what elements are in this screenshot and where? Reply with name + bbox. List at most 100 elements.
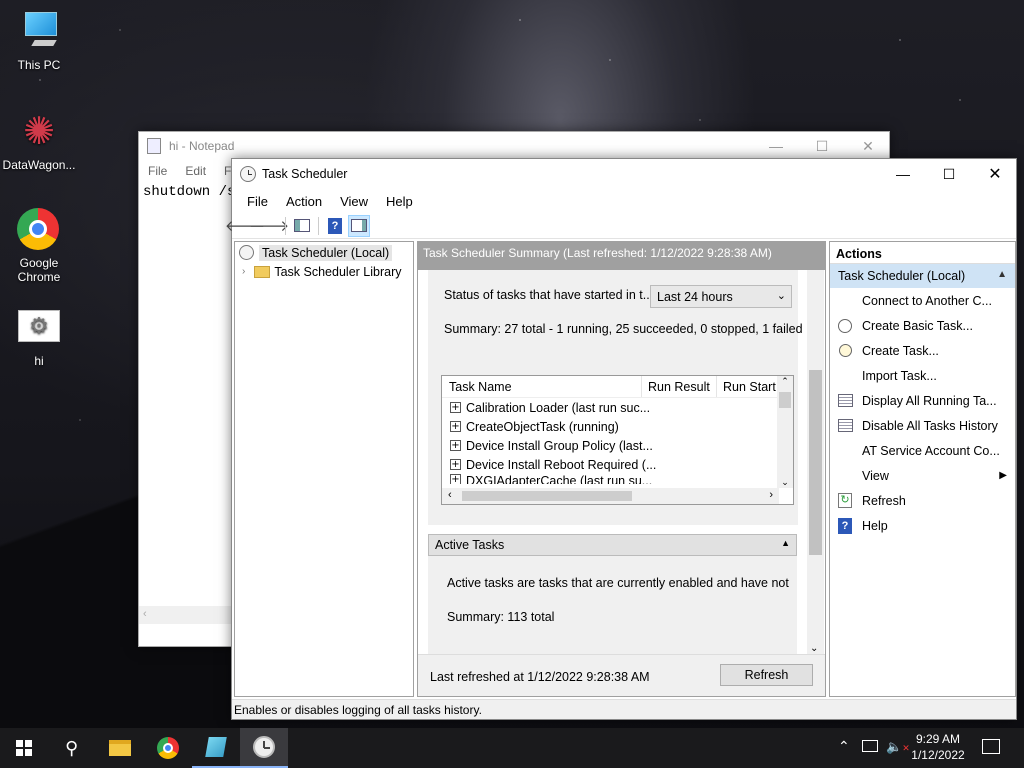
blank-icon xyxy=(836,443,854,459)
refresh-button[interactable]: Refresh xyxy=(720,664,813,686)
menu-help[interactable]: Help xyxy=(377,194,422,209)
ts-titlebar[interactable]: Task Scheduler — ☐ ✕ xyxy=(232,159,1016,189)
action-label: AT Service Account Co... xyxy=(862,443,1000,458)
action-label: Connect to Another C... xyxy=(862,293,992,308)
column-run-start[interactable]: Run Start xyxy=(717,376,777,397)
task-scheduler-window[interactable]: Task Scheduler — ☐ ✕ File Action View He… xyxy=(225,158,1017,720)
clock-icon xyxy=(253,736,275,758)
start-button[interactable] xyxy=(0,728,48,768)
chevron-right-icon[interactable]: › xyxy=(242,266,245,277)
action-refresh[interactable]: ↻ Refresh xyxy=(830,488,1015,513)
taskbar-notepad[interactable] xyxy=(192,728,240,768)
active-tasks-summary: Summary: 113 total xyxy=(447,610,555,624)
status-label: Status of tasks that have started in t..… xyxy=(444,288,654,302)
forward-arrow-icon[interactable]: 🡒 xyxy=(249,215,289,237)
notepad-hscrollbar[interactable]: ‹ xyxy=(139,606,231,624)
active-tasks-header[interactable]: Active Tasks ▲ xyxy=(428,534,797,556)
active-tasks-body: Active tasks are tasks that are currentl… xyxy=(428,556,797,654)
action-create-task[interactable]: Create Task... xyxy=(830,338,1015,363)
table-row[interactable]: + Device Install Reboot Required (... xyxy=(442,455,793,474)
tray-chevron-icon[interactable]: ⌃ xyxy=(838,738,850,755)
notepad-menu-edit[interactable]: Edit xyxy=(176,164,215,178)
task-table: Task Name Run Result Run Start + Calibrat… xyxy=(441,375,794,505)
action-at-service[interactable]: AT Service Account Co... xyxy=(830,438,1015,463)
minimize-button[interactable]: — xyxy=(753,132,799,160)
action-display-running[interactable]: Display All Running Ta... xyxy=(830,388,1015,413)
tree-item-root[interactable]: Task Scheduler (Local) xyxy=(235,243,413,262)
active-tasks-desc: Active tasks are tasks that are currentl… xyxy=(447,576,789,590)
taskbar-chrome[interactable] xyxy=(144,728,192,768)
notepad-icon xyxy=(205,737,227,757)
action-create-basic-task[interactable]: Create Basic Task... xyxy=(830,313,1015,338)
column-task-name[interactable]: Task Name xyxy=(442,376,642,397)
close-button[interactable]: ✕ xyxy=(972,160,1018,188)
minimize-button[interactable]: — xyxy=(880,160,926,188)
expand-icon[interactable]: + xyxy=(450,402,461,413)
action-import-task[interactable]: Import Task... xyxy=(830,363,1015,388)
search-button[interactable]: ⚲ xyxy=(48,728,96,768)
status-select-value: Last 24 hours xyxy=(657,290,733,304)
tree-item-library[interactable]: › Task Scheduler Library xyxy=(235,262,413,281)
help-icon[interactable]: ? xyxy=(324,215,346,237)
summary-vscrollbar[interactable]: ⌄ xyxy=(807,270,824,654)
collapse-icon[interactable]: ▲ xyxy=(781,538,790,548)
maximize-button[interactable]: ☐ xyxy=(799,132,845,160)
action-view[interactable]: View ▶ xyxy=(830,463,1015,488)
notepad-titlebar[interactable]: hi - Notepad — ☐ ✕ xyxy=(139,132,889,160)
table-row[interactable]: + CreateObjectTask (running) xyxy=(442,417,793,436)
tree-item-root-label: Task Scheduler (Local) xyxy=(259,244,393,261)
log-icon xyxy=(836,418,854,434)
status-select[interactable]: Last 24 hours ⌄ xyxy=(650,285,792,308)
table-hscrollbar[interactable]: ‹ › xyxy=(442,488,779,504)
notepad-menu-file[interactable]: File xyxy=(139,164,176,178)
taskbar-explorer[interactable] xyxy=(96,728,144,768)
maximize-button[interactable]: ☐ xyxy=(926,160,972,188)
action-disable-history[interactable]: Disable All Tasks History xyxy=(830,413,1015,438)
menu-action[interactable]: Action xyxy=(277,194,331,209)
network-icon[interactable] xyxy=(862,740,878,752)
show-hide-console-tree-icon[interactable] xyxy=(291,215,313,237)
blank-icon xyxy=(836,468,854,484)
actions-section-header[interactable]: Task Scheduler (Local) ▲ xyxy=(830,264,1015,288)
action-label: Import Task... xyxy=(862,368,937,383)
menu-view[interactable]: View xyxy=(331,194,377,209)
table-row[interactable]: + Calibration Loader (last run suc... xyxy=(442,398,793,417)
search-icon: ⚲ xyxy=(65,737,79,758)
clock[interactable]: 9:29 AM 1/12/2022 xyxy=(905,731,971,763)
desktop-icon-datawagon[interactable]: ✺ DataWagon... xyxy=(1,110,77,172)
table-header: Task Name Run Result Run Start xyxy=(442,376,793,398)
expand-icon[interactable]: + xyxy=(450,421,461,432)
table-vscrollbar[interactable]: ⌃ ⌄ xyxy=(777,376,793,488)
desktop-icon-label: This PC xyxy=(17,58,61,72)
desktop-icon-this-pc[interactable]: This PC xyxy=(1,10,77,72)
status-bar: Enables or disables logging of all tasks… xyxy=(232,699,1016,719)
close-button[interactable]: ✕ xyxy=(845,132,891,160)
expand-icon[interactable]: + xyxy=(450,459,461,470)
expand-icon[interactable]: + xyxy=(450,440,461,451)
desktop-icon-hi[interactable]: ⚙ hi xyxy=(1,310,77,368)
list-icon xyxy=(836,393,854,409)
clock-icon xyxy=(240,166,256,182)
action-label: View xyxy=(862,468,889,483)
taskbar-task-scheduler[interactable] xyxy=(240,728,288,768)
table-row[interactable]: + Device Install Group Policy (last... xyxy=(442,436,793,455)
windows-icon xyxy=(16,740,32,756)
collapse-icon[interactable]: ▲ xyxy=(997,269,1007,280)
summary-body: Status of tasks that have started in t..… xyxy=(428,270,803,525)
action-label: Create Basic Task... xyxy=(862,318,973,333)
expand-icon[interactable]: + xyxy=(450,474,461,484)
show-hide-action-pane-icon[interactable] xyxy=(348,214,370,237)
desktop-icon-chrome[interactable]: Google Chrome xyxy=(1,208,77,284)
desktop-icon-label: Google Chrome xyxy=(17,256,61,284)
task-name: Device Install Group Policy (last... xyxy=(466,438,653,453)
task-name: Calibration Loader (last run suc... xyxy=(466,400,651,415)
action-help[interactable]: ? Help xyxy=(830,513,1015,538)
notification-icon[interactable] xyxy=(982,739,1000,754)
column-run-result[interactable]: Run Result xyxy=(642,376,717,397)
action-connect[interactable]: Connect to Another C... xyxy=(830,288,1015,313)
blank-icon xyxy=(836,293,854,309)
chevron-down-icon[interactable]: ⌄ xyxy=(810,643,818,654)
monitor-icon xyxy=(17,10,61,54)
table-row[interactable]: + DXGIAdapterCache (last run su... xyxy=(442,474,793,484)
menu-file[interactable]: File xyxy=(238,194,277,209)
